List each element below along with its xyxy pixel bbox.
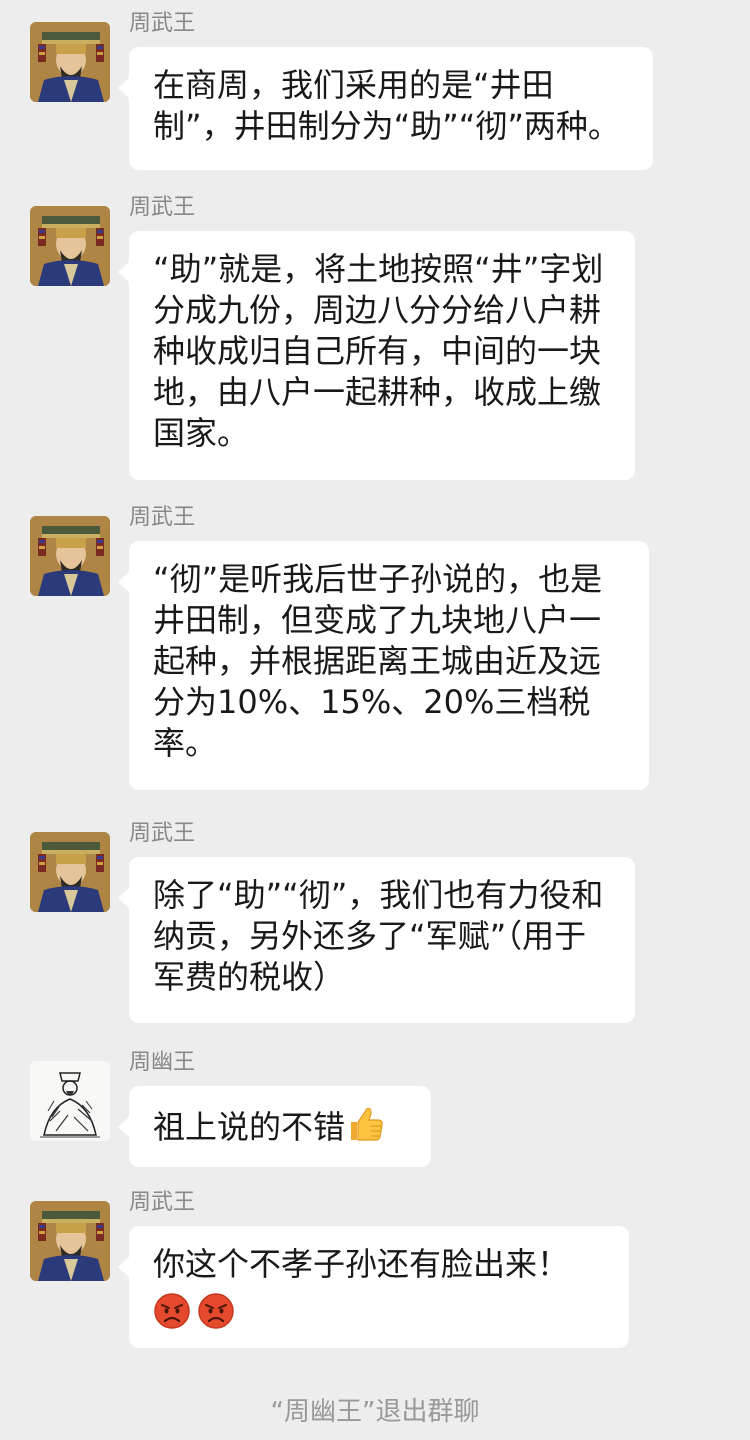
message-text: “彻”是听我后世子孙说的，也是井田制，但变成了九块地八户一起种，并根据距离王城由… xyxy=(153,560,603,762)
sender-name: 周武王 xyxy=(129,11,196,36)
message-bubble[interactable]: 祖上说的不错 xyxy=(118,1086,431,1167)
message-bubble[interactable]: 除了“助”“彻”，我们也有力役和纳贡，另外还多了“军赋”（用于军费的税收） xyxy=(118,857,635,1023)
avatar[interactable] xyxy=(30,1201,110,1281)
message-bubble[interactable]: 在商周，我们采用的是“井田制”，井田制分为“助”“彻”两种。 xyxy=(118,47,653,170)
king-wu-portrait-icon xyxy=(30,516,110,596)
king-wu-portrait-icon xyxy=(30,832,110,912)
sender-name: 周武王 xyxy=(129,505,196,530)
avatar[interactable] xyxy=(30,832,110,912)
king-wu-portrait-icon xyxy=(30,1201,110,1281)
message-bubble[interactable]: “彻”是听我后世子孙说的，也是井田制，但变成了九块地八户一起种，并根据距离王城由… xyxy=(118,541,649,790)
message-text: 除了“助”“彻”，我们也有力役和纳贡，另外还多了“军赋”（用于军费的税收） xyxy=(153,876,604,996)
message-text: 祖上说的不错 xyxy=(153,1108,346,1146)
avatar[interactable] xyxy=(30,22,110,102)
sender-name: 周武王 xyxy=(129,821,196,846)
message-text: 在商周，我们采用的是“井田制”，井田制分为“助”“彻”两种。 xyxy=(153,66,620,145)
angry-face-icon xyxy=(153,1292,191,1330)
message-text: 你这个不孝子孙还有脸出来！ xyxy=(153,1245,570,1283)
king-you-sketch-icon xyxy=(30,1061,110,1141)
sender-name: 周武王 xyxy=(129,195,196,220)
thumbs-up-icon xyxy=(345,1104,385,1144)
avatar[interactable] xyxy=(30,1061,110,1141)
emoji-row xyxy=(153,1289,605,1329)
system-notice: “周幽王”退出群聊 xyxy=(270,1397,480,1427)
sender-name: 周武王 xyxy=(129,1190,196,1215)
king-wu-portrait-icon xyxy=(30,22,110,102)
angry-face-icon xyxy=(197,1292,235,1330)
message-bubble[interactable]: “助”就是，将土地按照“井”字划分成九份，周边八分分给八户耕种收成归自己所有，中… xyxy=(118,231,635,480)
avatar[interactable] xyxy=(30,516,110,596)
king-wu-portrait-icon xyxy=(30,206,110,286)
message-bubble[interactable]: 你这个不孝子孙还有脸出来！ xyxy=(118,1226,629,1348)
sender-name: 周幽王 xyxy=(129,1050,196,1075)
avatar[interactable] xyxy=(30,206,110,286)
message-text: “助”就是，将土地按照“井”字划分成九份，周边八分分给八户耕种收成归自己所有，中… xyxy=(153,250,604,452)
